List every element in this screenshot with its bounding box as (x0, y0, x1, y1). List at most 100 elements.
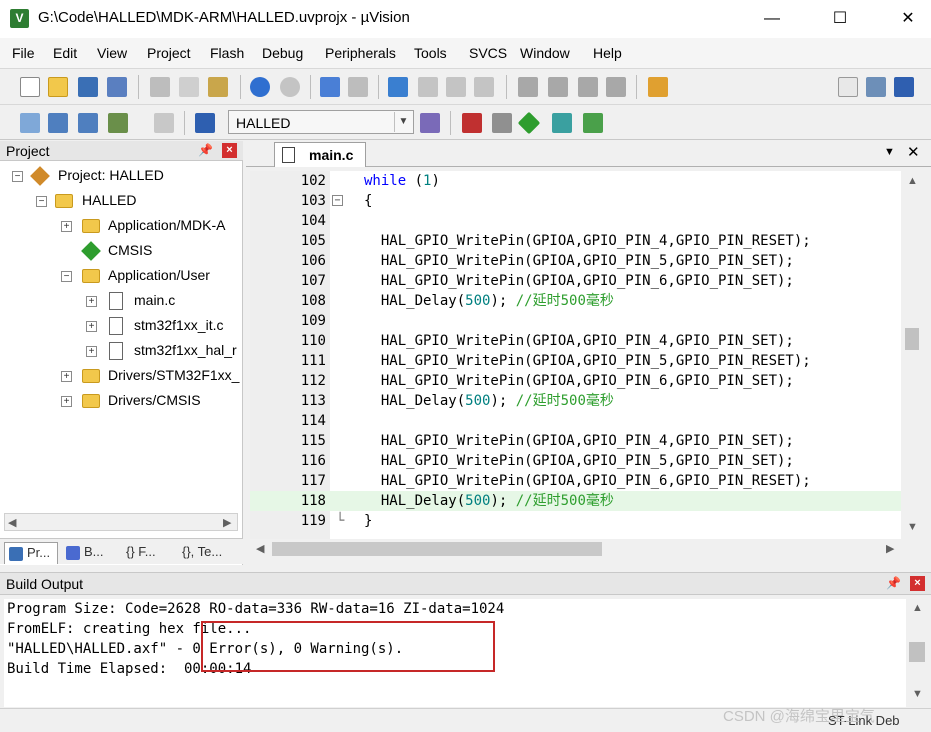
tab-templates[interactable]: {}, Te... (178, 542, 240, 564)
code-line[interactable]: 104 (250, 211, 901, 231)
tree-item-file[interactable]: + stm32f1xx_hal_r (0, 340, 240, 364)
code-line[interactable]: 117 HAL_GPIO_WritePin(GPIOA,GPIO_PIN_6,G… (250, 471, 901, 491)
pin-icon[interactable]: 📌 (198, 143, 213, 157)
expand-icon[interactable]: + (86, 296, 97, 307)
menu-peripherals[interactable]: Peripherals (325, 45, 396, 61)
code-line[interactable]: 114 (250, 411, 901, 431)
next-bookmark-icon[interactable] (446, 77, 466, 97)
code-line[interactable]: 115 HAL_GPIO_WritePin(GPIOA,GPIO_PIN_4,G… (250, 431, 901, 451)
code-line[interactable]: 112 HAL_GPIO_WritePin(GPIOA,GPIO_PIN_6,G… (250, 371, 901, 391)
navigate-forward-icon[interactable] (348, 77, 368, 97)
code-line[interactable]: 113 HAL_Delay(500); //延时500毫秒 (250, 391, 901, 411)
manage-project-items-icon[interactable] (462, 113, 482, 133)
tree-item-file[interactable]: + main.c (0, 290, 240, 314)
scroll-up-icon[interactable]: ▲ (912, 602, 923, 614)
scroll-left-icon[interactable]: ◀ (256, 542, 264, 555)
copy-icon[interactable] (179, 77, 199, 97)
minimize-button[interactable]: — (749, 0, 795, 38)
code-line[interactable]: 107 HAL_GPIO_WritePin(GPIOA,GPIO_PIN_6,G… (250, 271, 901, 291)
output-vertical-scrollbar[interactable]: ▲ ▼ (906, 598, 928, 706)
pack-installer-icon[interactable] (552, 113, 572, 133)
stop-build-icon[interactable] (154, 113, 174, 133)
tab-list-dropdown-icon[interactable]: ▼ (884, 146, 895, 158)
editor-horizontal-scrollbar[interactable]: ◀ ▶ (250, 539, 901, 559)
menu-edit[interactable]: Edit (53, 45, 77, 61)
manage-run-time-environment-icon[interactable] (517, 111, 541, 135)
collapse-icon[interactable]: − (12, 171, 23, 182)
menu-flash[interactable]: Flash (210, 45, 244, 61)
tree-item-project[interactable]: − Project: HALLED (0, 165, 240, 189)
save-all-icon[interactable] (107, 77, 127, 97)
code-line[interactable]: 119 └} (250, 511, 901, 531)
scroll-down-icon[interactable]: ▼ (907, 521, 918, 533)
clear-bookmarks-icon[interactable] (474, 77, 494, 97)
menu-project[interactable]: Project (147, 45, 191, 61)
cut-icon[interactable] (150, 77, 170, 97)
expand-icon[interactable]: + (61, 371, 72, 382)
menu-debug[interactable]: Debug (262, 45, 303, 61)
tab-main-c[interactable]: main.c (274, 142, 366, 167)
tree-item-target[interactable]: − HALLED (0, 190, 240, 214)
redo-icon[interactable] (280, 77, 300, 97)
open-folder-icon[interactable] (48, 77, 68, 97)
target-select[interactable]: HALLED ▼ (228, 110, 414, 134)
tools-icon[interactable] (894, 77, 914, 97)
rebuild-icon[interactable] (78, 113, 98, 133)
menu-view[interactable]: View (97, 45, 127, 61)
menu-help[interactable]: Help (593, 45, 622, 61)
pin-icon[interactable]: 📌 (886, 576, 901, 590)
menu-window[interactable]: Window (520, 45, 570, 61)
tree-item-group[interactable]: + Drivers/STM32F1xx_ (0, 365, 240, 389)
select-packs-icon[interactable] (492, 113, 512, 133)
close-window-button[interactable]: ✕ (885, 0, 931, 38)
code-line[interactable]: 111 HAL_GPIO_WritePin(GPIOA,GPIO_PIN_5,G… (250, 351, 901, 371)
save-icon[interactable] (78, 77, 98, 97)
expand-icon[interactable]: + (61, 221, 72, 232)
scrollbar-thumb[interactable] (272, 542, 602, 556)
undo-icon[interactable] (250, 77, 270, 97)
tree-item-group[interactable]: + Application/MDK-A (0, 215, 240, 239)
multi-project-icon[interactable] (583, 113, 603, 133)
scroll-up-icon[interactable]: ▲ (907, 175, 918, 187)
build-icon[interactable] (48, 113, 68, 133)
indent-icon[interactable] (518, 77, 538, 97)
translate-icon[interactable] (20, 113, 40, 133)
project-horizontal-scrollbar[interactable]: ◀ ▶ (4, 513, 238, 531)
find-dropdown-icon[interactable] (838, 77, 858, 97)
code-line[interactable]: 105 HAL_GPIO_WritePin(GPIOA,GPIO_PIN_4,G… (250, 231, 901, 251)
fold-collapse-icon[interactable]: − (332, 195, 343, 206)
scrollbar-thumb[interactable] (905, 328, 919, 350)
expand-icon[interactable]: + (61, 396, 72, 407)
expand-icon[interactable]: + (86, 346, 97, 357)
new-file-icon[interactable] (20, 77, 40, 97)
code-text-area[interactable]: 102 while (1) 103− {104 105 HAL_GPIO_WritePi… (250, 171, 901, 539)
code-line[interactable]: 118 HAL_Delay(500); //延时500毫秒 (250, 491, 901, 511)
unindent-icon[interactable] (548, 77, 568, 97)
code-line[interactable]: 106 HAL_GPIO_WritePin(GPIOA,GPIO_PIN_5,G… (250, 251, 901, 271)
code-line[interactable]: 109 (250, 311, 901, 331)
build-output-text[interactable]: Program Size: Code=2628 RO-data=336 RW-d… (4, 599, 906, 707)
code-line[interactable]: 103− { (250, 191, 901, 211)
collapse-icon[interactable]: − (61, 271, 72, 282)
navigate-back-icon[interactable] (320, 77, 340, 97)
batch-build-icon[interactable] (108, 113, 128, 133)
tab-project[interactable]: Pr... (4, 542, 58, 564)
menu-svcs[interactable]: SVCS (469, 45, 507, 61)
tree-item-group[interactable]: − Application/User (0, 265, 240, 289)
tree-item-group[interactable]: + Drivers/CMSIS (0, 390, 240, 414)
collapse-icon[interactable]: − (36, 196, 47, 207)
scroll-left-icon[interactable]: ◀ (8, 516, 16, 529)
options-for-target-icon[interactable] (420, 113, 440, 133)
close-panel-icon[interactable]: × (222, 143, 237, 158)
prev-bookmark-icon[interactable] (418, 77, 438, 97)
menu-tools[interactable]: Tools (414, 45, 447, 61)
paste-icon[interactable] (208, 77, 228, 97)
tab-functions[interactable]: {} F... (120, 542, 176, 564)
uncomment-icon[interactable] (606, 77, 626, 97)
maximize-button[interactable]: ☐ (817, 0, 863, 38)
bookmark-icon[interactable] (388, 77, 408, 97)
download-load-icon[interactable] (195, 113, 215, 133)
scroll-right-icon[interactable]: ▶ (886, 542, 894, 555)
editor-vertical-scrollbar[interactable]: ▲ ▼ (902, 171, 922, 539)
tree-item-file[interactable]: + stm32f1xx_it.c (0, 315, 240, 339)
